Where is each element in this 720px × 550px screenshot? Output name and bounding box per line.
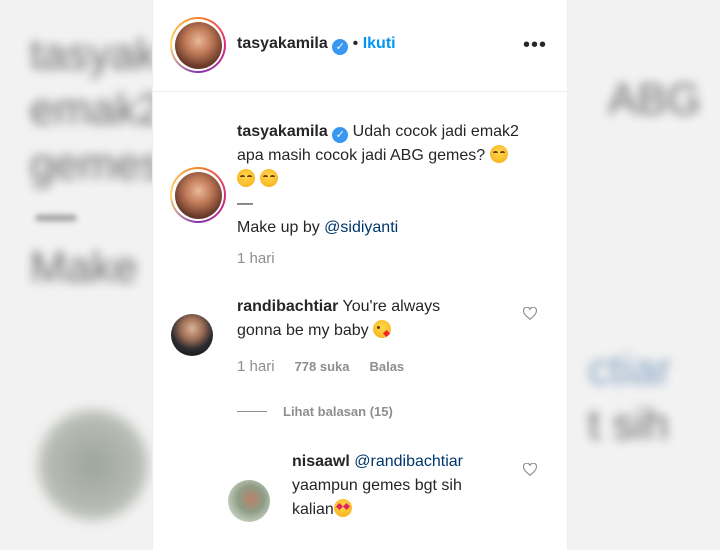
reply-username[interactable]: nisaawl xyxy=(292,453,350,470)
verified-badge-icon: ✓ xyxy=(332,38,349,55)
comment-username[interactable]: randibachtiar xyxy=(237,298,338,315)
reply-mention-link[interactable]: @randibachtiar xyxy=(354,453,463,470)
reply-line-1: yaampun gemes bgt sih xyxy=(292,477,462,494)
reply-line-2: kalian xyxy=(292,501,334,518)
ghost-text: tasyak xyxy=(30,30,152,79)
view-replies-button[interactable]: Lihat balasan (15) xyxy=(237,404,393,419)
verified-badge-icon: ✓ xyxy=(332,127,349,143)
caption-username[interactable]: tasyakamila xyxy=(237,123,328,140)
reply-button[interactable]: Balas xyxy=(369,359,404,374)
header-title-row: tasyakamila ✓ • Ikuti xyxy=(237,35,396,55)
caption-line-2: apa masih cocok jadi ABG gemes? xyxy=(237,147,486,164)
post-header: tasyakamila ✓ • Ikuti ••• xyxy=(153,0,569,92)
replies-divider-line xyxy=(237,411,267,412)
caption-line-1: Udah cocok jadi emak2 xyxy=(352,123,519,140)
ghost-avatar xyxy=(38,410,148,520)
background-right-blur: ABG ctiar t sih xyxy=(568,0,720,550)
ghost-text: ABG xyxy=(608,75,701,124)
caption-dash: — xyxy=(237,195,253,212)
ghost-text: gemes xyxy=(30,140,152,189)
commenter-avatar[interactable] xyxy=(171,314,213,356)
heart-eyes-icon xyxy=(333,499,352,517)
blush-face-icon xyxy=(237,169,255,187)
comment-actions: 1 hari 778 suka Balas xyxy=(237,358,404,375)
kiss-face-icon xyxy=(373,320,392,338)
caption-timestamp[interactable]: 1 hari xyxy=(237,250,275,267)
reply-text: nisaawl @randibachtiar yaampun gemes bgt… xyxy=(292,450,522,522)
more-options-icon[interactable]: ••• xyxy=(523,34,547,57)
blush-face-icon xyxy=(489,145,508,163)
comment-timestamp[interactable]: 1 hari xyxy=(237,358,275,375)
ghost-text: t sih xyxy=(588,400,669,449)
blush-face-icon xyxy=(260,169,279,187)
ghost-text: Make xyxy=(30,243,138,292)
follow-button[interactable]: Ikuti xyxy=(363,35,396,52)
makeup-credit-label: Make up by xyxy=(237,219,325,236)
reply-avatar[interactable] xyxy=(228,480,270,522)
comment-line-1: You're always xyxy=(342,298,441,315)
ghost-text: emak2 xyxy=(30,85,152,134)
author-username[interactable]: tasyakamila xyxy=(237,35,328,52)
comment-text: randibachtiar You're always gonna be my … xyxy=(237,295,517,343)
comment-line-2: gonna be my baby xyxy=(237,322,369,339)
ghost-text: ctiar xyxy=(588,345,672,394)
view-replies-label: Lihat balasan (15) xyxy=(283,404,393,419)
makeup-mention-link[interactable]: @sidiyanti xyxy=(324,219,398,236)
ghost-bar xyxy=(36,215,76,221)
like-heart-icon[interactable] xyxy=(523,307,537,320)
comment-likes[interactable]: 778 suka xyxy=(295,359,350,374)
caption-avatar[interactable] xyxy=(170,167,226,223)
post-card: tasyakamila ✓ • Ikuti ••• tasyakamila ✓ … xyxy=(152,0,569,550)
like-heart-icon[interactable] xyxy=(523,463,537,476)
separator-dot: • xyxy=(352,35,359,52)
caption-text: tasyakamila ✓ Udah cocok jadi emak2 apa … xyxy=(237,120,557,240)
background-left-blur: tasyak emak2 gemes Make xyxy=(0,0,152,550)
author-avatar[interactable] xyxy=(170,17,226,73)
